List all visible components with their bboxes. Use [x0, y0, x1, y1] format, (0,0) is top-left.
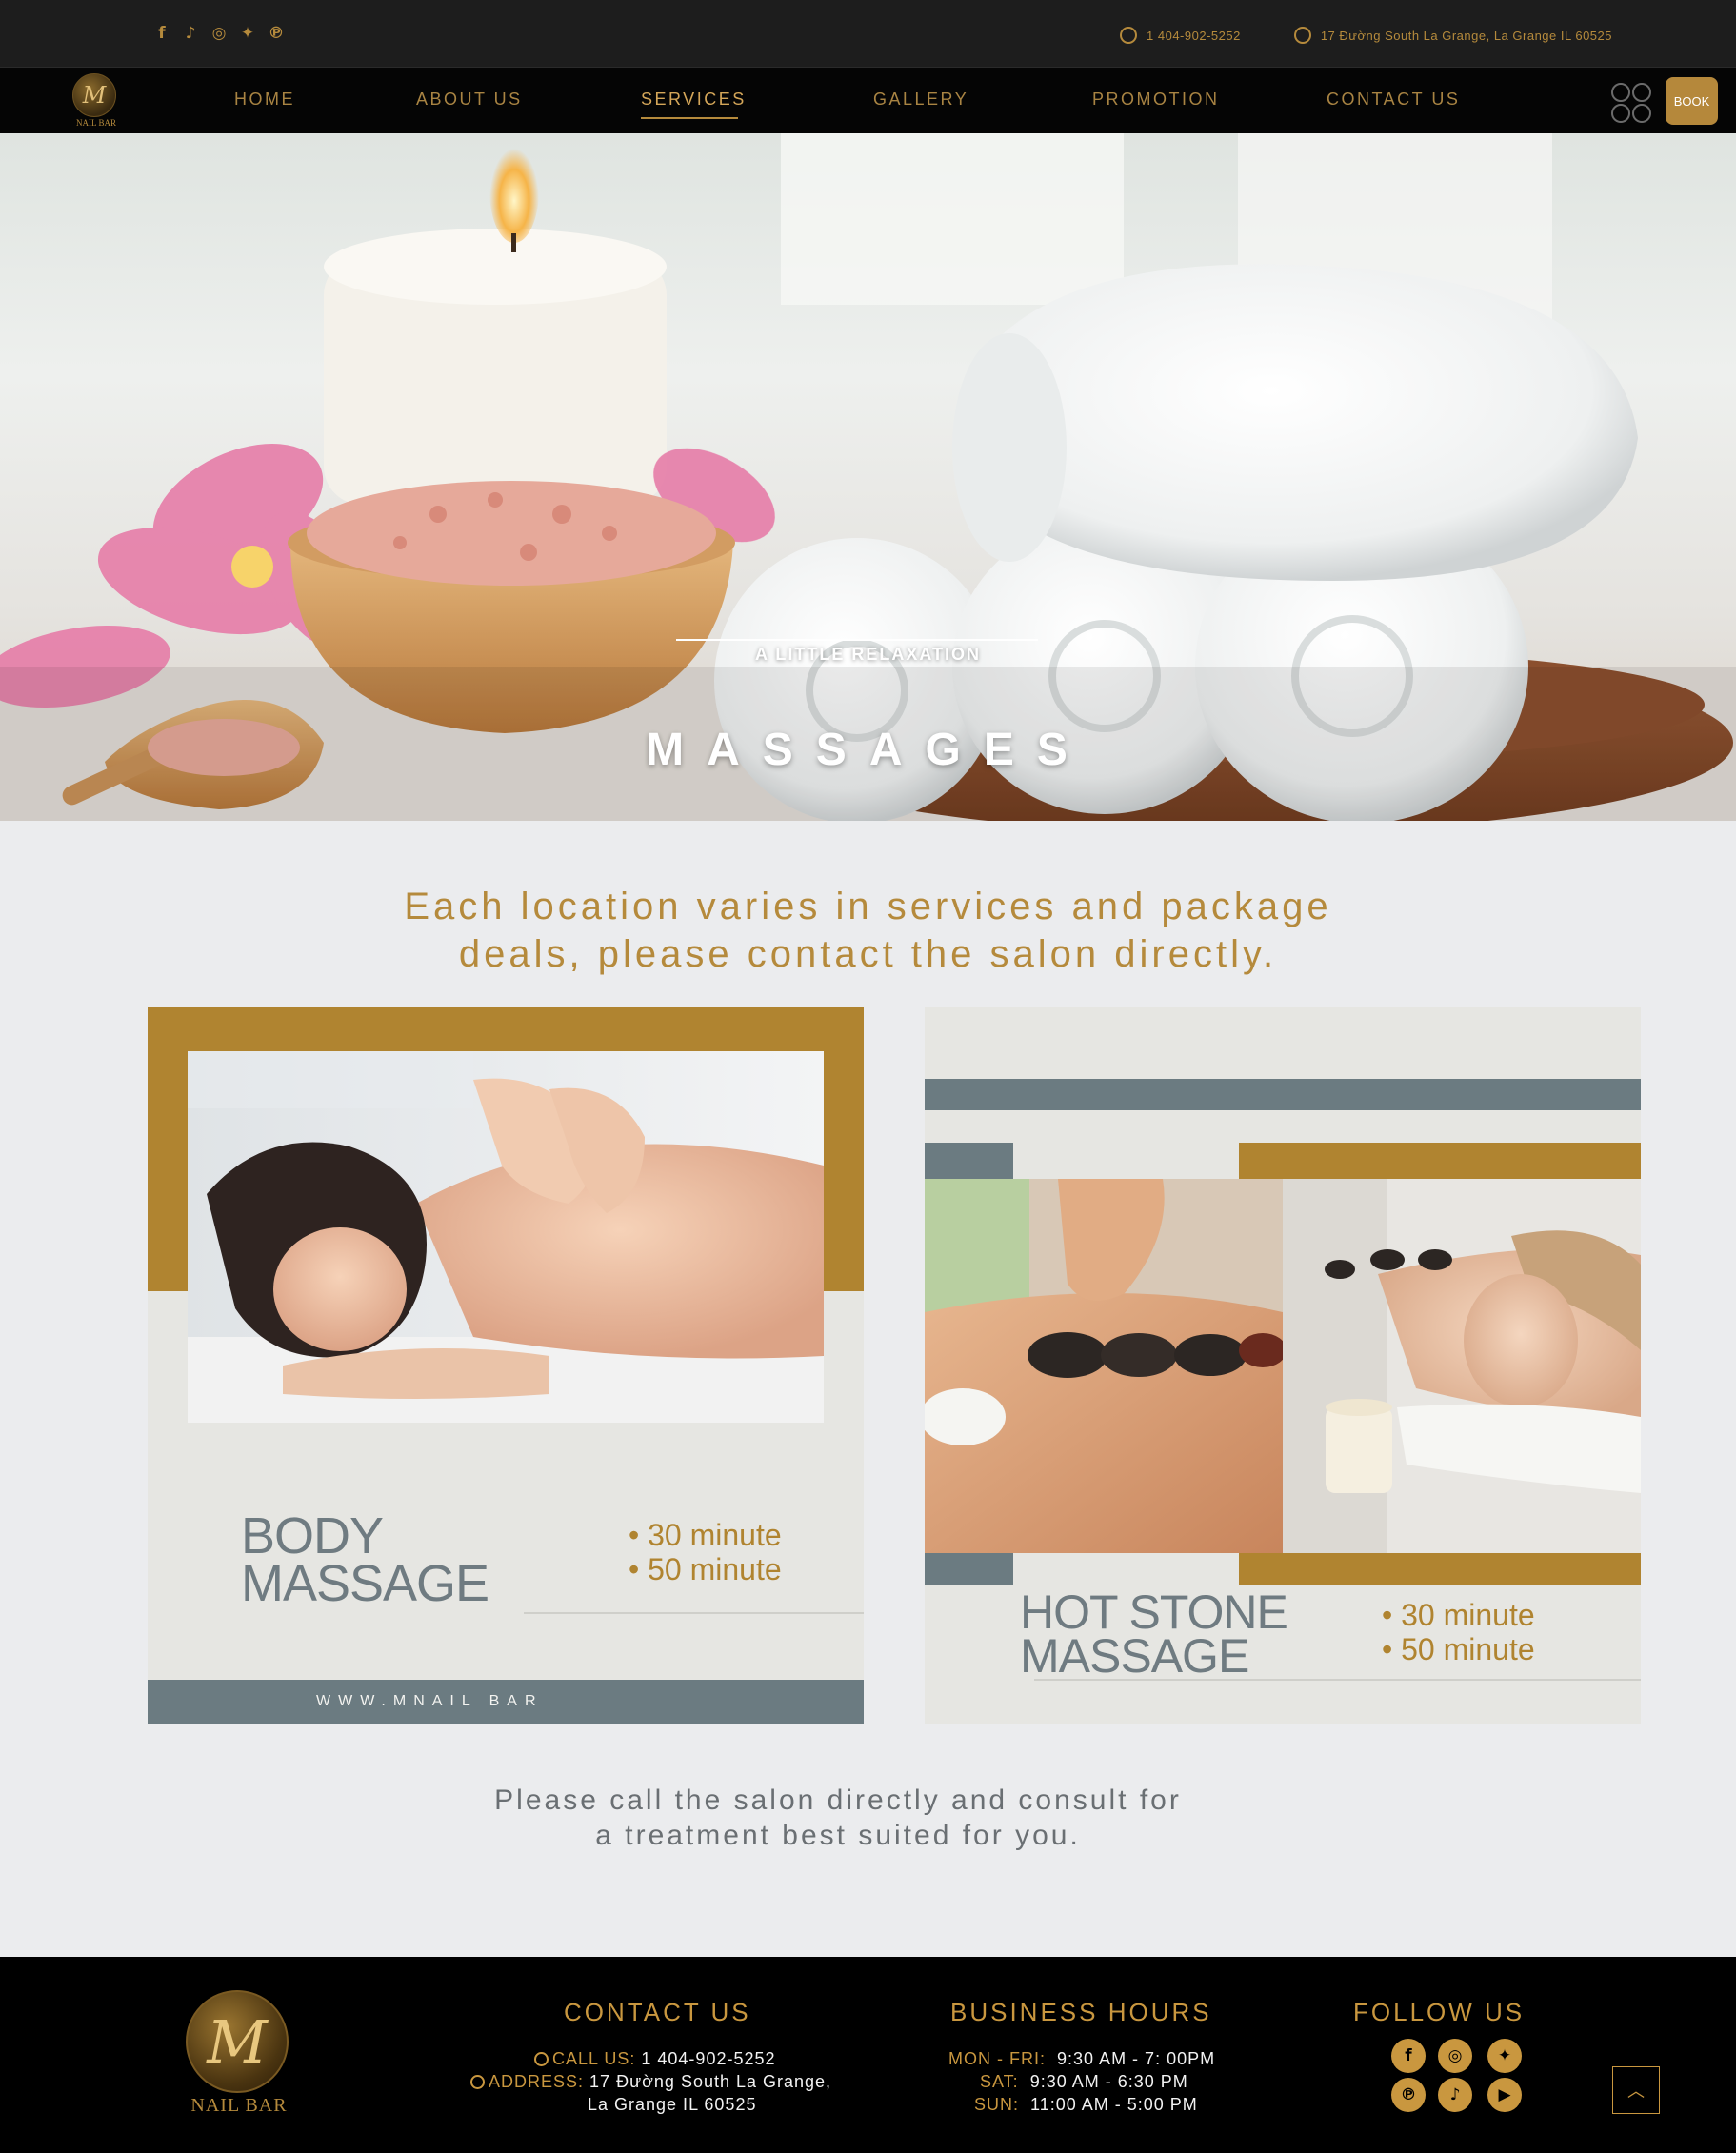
call-label: CALL US:: [552, 2049, 636, 2068]
whatsapp-icon: [534, 2052, 549, 2066]
hours-time: 11:00 AM - 5:00 PM: [1030, 2095, 1198, 2114]
duration-option: • 50 minute: [1382, 1632, 1535, 1666]
facebook-icon[interactable]: f: [1391, 2039, 1426, 2073]
hot-stone-photo-left: [925, 1179, 1283, 1553]
duration-list: • 30 minute • 50 minute: [629, 1518, 782, 1586]
hours-row: SUN: 11:00 AM - 5:00 PM: [974, 2095, 1198, 2115]
logo-emblem: M: [72, 73, 116, 117]
youtube-icon[interactable]: ▶: [1487, 2078, 1522, 2112]
card-slate-block: [925, 1143, 1013, 1179]
duration-option: • 30 minute: [1382, 1598, 1535, 1632]
hours-time: 9:30 AM - 7: 00PM: [1057, 2049, 1216, 2068]
hours-time: 9:30 AM - 6:30 PM: [1029, 2072, 1188, 2091]
card-title-line-1: HOT STONE: [1020, 1585, 1288, 1639]
chevron-up-icon: ︿: [1627, 2082, 1645, 2101]
twitter-icon[interactable]: ✦: [1487, 2039, 1522, 2073]
card-gold-block: [1239, 1143, 1641, 1179]
top-address[interactable]: 17 Đường South La Grange, La Grange IL 6…: [1293, 27, 1612, 44]
pinterest-icon[interactable]: ℗: [267, 23, 286, 44]
hero-subtitle: A LITTLE RELAXATION: [755, 645, 981, 664]
service-card-body-massage[interactable]: BODY MASSAGE • 30 minute • 50 minute WWW…: [148, 1007, 864, 1724]
card-slate-stripe: [925, 1079, 1641, 1110]
address-label: ADDRESS:: [489, 2072, 585, 2091]
consult-line-1: Please call the salon directly and consu…: [494, 1784, 1182, 1816]
tiktok-icon[interactable]: ♪: [181, 23, 200, 44]
menu-grid-icon[interactable]: [1611, 83, 1651, 123]
nav-services[interactable]: SERVICES: [641, 90, 747, 110]
nav-logo-text: NAIL BAR: [76, 118, 116, 128]
hero-banner: MASSAGES: [0, 133, 1736, 821]
pinterest-icon[interactable]: ℗: [1391, 2078, 1426, 2112]
card-title-line-2: MASSAGE: [241, 1555, 489, 1612]
nav-active-underline: [641, 117, 738, 119]
tiktok-icon[interactable]: ♪: [1438, 2078, 1472, 2112]
book-button[interactable]: BOOK: [1666, 77, 1718, 125]
back-to-top-button[interactable]: ︿: [1612, 2066, 1660, 2114]
card-divider: [1034, 1679, 1641, 1681]
consult-line-2: a treatment best suited for you.: [595, 1820, 1081, 1851]
hours-day: MON - FRI:: [948, 2049, 1046, 2068]
logo-emblem: M: [186, 1990, 289, 2093]
intro-line-2: deals, please contact the salon directly…: [458, 933, 1278, 975]
footer-hours-heading: BUSINESS HOURS: [950, 1998, 1212, 2026]
hero-title: MASSAGES: [646, 725, 1090, 775]
top-bar: f ♪ ◎ ✦ ℗ 1 404-902-5252 17 Đường South …: [0, 0, 1736, 67]
duration-option: • 50 minute: [629, 1552, 782, 1586]
top-social-links: f ♪ ◎ ✦ ℗: [152, 23, 286, 44]
hours-day: SUN:: [974, 2095, 1020, 2114]
nav-promotion[interactable]: PROMOTION: [1092, 90, 1220, 110]
footer-contact-heading: CONTACT US: [564, 1998, 751, 2026]
footer-follow-heading: FOLLOW US: [1353, 1998, 1526, 2026]
card-title-line-1: BODY: [241, 1507, 384, 1565]
card-title-line-2: MASSAGE: [1020, 1629, 1249, 1683]
hero-divider: [676, 639, 1038, 641]
card-divider: [524, 1612, 864, 1614]
top-contact: 1 404-902-5252 17 Đường South La Grange,…: [1120, 27, 1612, 44]
footer-address[interactable]: ADDRESS: 17 Đường South La Grange,: [470, 2072, 831, 2092]
nav-contact-us[interactable]: CONTACT US: [1327, 90, 1460, 110]
nav-about-us[interactable]: ABOUT US: [416, 90, 523, 110]
card-slate-block: [925, 1553, 1013, 1585]
card-title: HOT STONE MASSAGE: [1020, 1585, 1288, 1683]
whatsapp-icon: [1120, 27, 1138, 44]
chat-icon: [470, 2075, 485, 2089]
address-line-1: 17 Đường South La Grange,: [589, 2072, 832, 2091]
hero-spa-image: [0, 133, 1736, 821]
nav-logo[interactable]: M NAIL BAR: [72, 73, 120, 130]
footer-logo[interactable]: M NAIL BAR: [186, 1990, 292, 2117]
top-phone[interactable]: 1 404-902-5252: [1120, 27, 1241, 44]
facebook-icon[interactable]: f: [152, 23, 171, 44]
top-address-text: 17 Đường South La Grange, La Grange IL 6…: [1320, 28, 1612, 43]
duration-list: • 30 minute • 50 minute: [1382, 1598, 1535, 1666]
duration-option: • 30 minute: [629, 1518, 782, 1552]
footer-logo-text: NAIL BAR: [190, 2095, 288, 2116]
card-gold-block: [1239, 1553, 1641, 1585]
address-line-2: La Grange IL 60525: [588, 2095, 757, 2114]
top-phone-text: 1 404-902-5252: [1147, 28, 1241, 43]
body-massage-photo: [188, 1051, 824, 1423]
nav-gallery[interactable]: GALLERY: [873, 90, 968, 110]
service-card-hot-stone-massage[interactable]: HOT STONE MASSAGE • 30 minute • 50 minut…: [925, 1007, 1641, 1724]
card-website: WWW.MNAIL BAR: [148, 1680, 864, 1724]
instagram-icon[interactable]: ◎: [1438, 2039, 1472, 2073]
footer-call[interactable]: CALL US: 1 404-902-5252: [534, 2049, 776, 2069]
hours-row: SAT: 9:30 AM - 6:30 PM: [980, 2072, 1188, 2092]
card-title: BODY MASSAGE: [241, 1507, 489, 1612]
main-nav: M NAIL BAR HOME ABOUT US SERVICES GALLER…: [0, 67, 1736, 133]
site-footer: M NAIL BAR CONTACT US CALL US: 1 404-902…: [0, 1957, 1736, 2153]
nav-home[interactable]: HOME: [234, 90, 295, 110]
consult-text: Please call the salon directly and consu…: [0, 1783, 1676, 1853]
intro-text: Each location varies in services and pac…: [0, 883, 1736, 978]
chat-icon: [1293, 27, 1311, 44]
instagram-icon[interactable]: ◎: [210, 23, 229, 44]
hours-row: MON - FRI: 9:30 AM - 7: 00PM: [948, 2049, 1215, 2069]
hours-day: SAT:: [980, 2072, 1019, 2091]
call-value: 1 404-902-5252: [641, 2049, 776, 2068]
intro-line-1: Each location varies in services and pac…: [404, 886, 1332, 927]
twitter-icon[interactable]: ✦: [238, 23, 257, 44]
hot-stone-photo-right: [1283, 1179, 1641, 1553]
